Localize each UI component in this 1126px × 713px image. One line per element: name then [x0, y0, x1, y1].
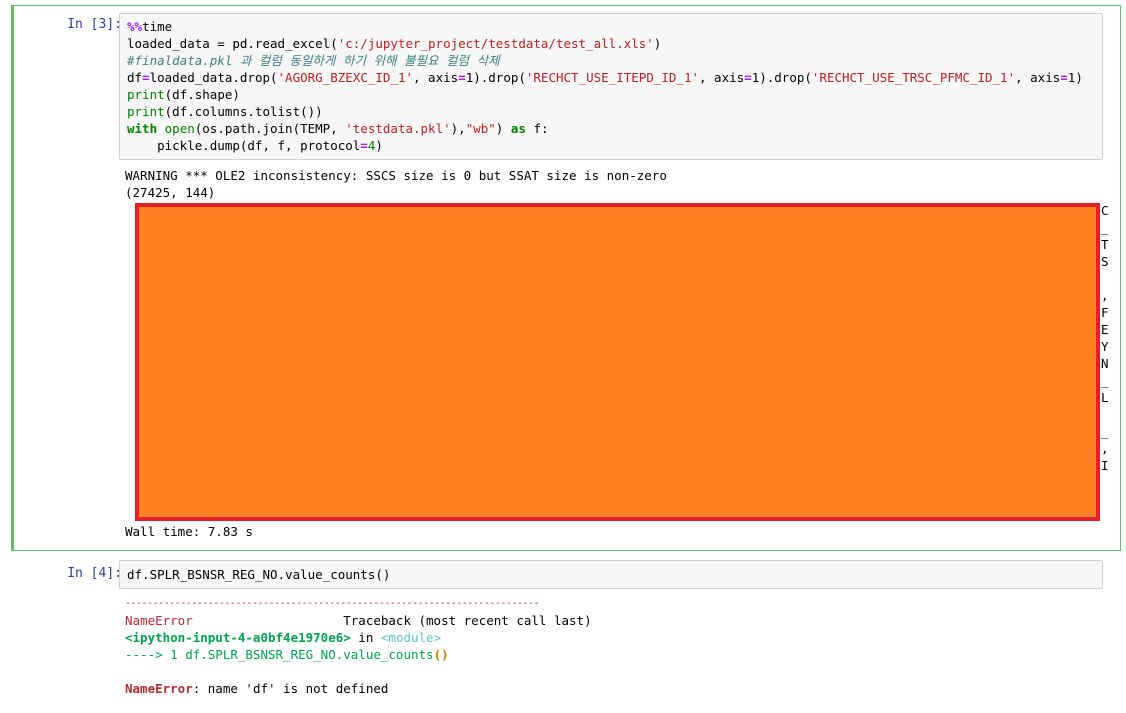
code-token: ) — [495, 121, 511, 136]
truncated-column-text: C _ T S, F E Y N _ L _, I — [1101, 202, 1115, 491]
truncated-char: _ — [1101, 373, 1109, 388]
code-string: 'RECHCT_USE_ITEPD_ID_1' — [525, 70, 699, 85]
module-label: <module> — [380, 630, 442, 645]
code-builtin: print — [127, 104, 165, 119]
truncated-char: _ — [1101, 220, 1109, 235]
cell-prompt: In [4]: — [67, 566, 122, 581]
code-input-area[interactable]: %%time loaded_data = pd.read_excel('c:/j… — [119, 13, 1103, 160]
truncated-char: F — [1101, 305, 1109, 320]
code-builtin: open — [164, 121, 195, 136]
code-builtin: print — [127, 87, 165, 102]
truncated-char: , — [1101, 288, 1109, 303]
truncated-char: _ — [1101, 424, 1109, 439]
traceback-arrow-line: ----> 1 df.SPLR_BSNSR_REG_NO.value_count… — [125, 646, 449, 663]
code-token: , axis — [699, 70, 745, 85]
traceback-location: <ipython-input-4-a0bf4e1970e6> in <modul… — [125, 629, 441, 646]
truncated-char: E — [1101, 322, 1109, 337]
code-string: 'testdata.pkl' — [345, 121, 451, 136]
code-string: 'c:/jupyter_project/testdata/test_all.xl… — [337, 36, 654, 51]
code-token: , axis — [413, 70, 459, 85]
traceback-label: Traceback (most recent call last) — [343, 613, 592, 628]
truncated-char: I — [1101, 458, 1109, 473]
truncated-char: T — [1101, 237, 1109, 252]
code-token: (os.path.join(TEMP, — [194, 121, 346, 136]
traceback-rule: ----------------------------------------… — [125, 598, 540, 609]
code-token: (df.columns.tolist()) — [164, 104, 323, 119]
code-string: 'AGORG_BZEXC_ID_1' — [277, 70, 413, 85]
truncated-char — [1101, 474, 1115, 491]
code-token: ) — [375, 138, 383, 153]
code-keyword: with — [127, 121, 158, 136]
arrow-parens: () — [433, 647, 449, 662]
error-name: NameError — [125, 681, 193, 696]
code-token: loaded_data = pd.read_excel( — [127, 36, 338, 51]
traceback-header: NameError Traceback (most recent call la… — [125, 612, 592, 629]
code-token: 1).drop( — [465, 70, 526, 85]
error-message: : name 'df' is not defined — [192, 681, 389, 696]
code-token: 1).drop( — [751, 70, 812, 85]
error-name: NameError — [125, 613, 193, 628]
code-token: , axis — [1015, 70, 1061, 85]
code-string: "wb" — [465, 121, 496, 136]
truncated-char: Y — [1101, 339, 1109, 354]
code-token: f: — [525, 121, 549, 136]
input-reference: <ipython-input-4-a0bf4e1970e6> — [125, 630, 351, 645]
code-keyword: as — [510, 121, 526, 136]
code-comment: #finaldata.pkl 과 컬럼 동일하게 하기 위해 불필요 컬럼 삭제 — [127, 53, 500, 68]
output-wall-time: Wall time: 7.83 s — [125, 524, 253, 539]
cell-prompt: In [3]: — [67, 17, 122, 32]
error-message-line: NameError: name 'df' is not defined — [125, 680, 388, 697]
code-editor[interactable]: df.SPLR_BSNSR_REG_NO.value_counts() — [120, 561, 1102, 587]
code-token: (df.shape) — [164, 87, 240, 102]
truncated-char: , — [1101, 441, 1109, 456]
code-token: ), — [450, 121, 466, 136]
output-warning: WARNING *** OLE2 inconsistency: SSCS siz… — [125, 168, 667, 183]
truncated-char: S — [1101, 254, 1109, 269]
output-shape: (27425, 144) — [125, 185, 216, 200]
code-token: ) — [653, 36, 662, 51]
truncated-char: C — [1101, 203, 1109, 218]
code-token: loaded_data.drop( — [149, 70, 278, 85]
code-token: time — [142, 19, 173, 34]
truncated-char: N — [1101, 356, 1109, 371]
magic-prefix: %% — [127, 19, 143, 34]
arrow-code: ----> 1 df.SPLR_BSNSR_REG_NO.value_count… — [125, 647, 434, 662]
code-string: 'RECHCT_USE_TRSC_PFMC_ID_1' — [811, 70, 1016, 85]
truncated-char: L — [1101, 390, 1109, 405]
in-word: in — [350, 630, 381, 645]
truncated-char — [1101, 406, 1115, 423]
code-editor[interactable]: %%time loaded_data = pd.read_excel('c:/j… — [120, 14, 1102, 158]
code-token: pickle.dump(df, f, protocol — [127, 138, 361, 153]
code-input-area[interactable]: df.SPLR_BSNSR_REG_NO.value_counts() — [119, 560, 1103, 589]
redacted-output-block — [135, 203, 1100, 521]
code-token: df — [127, 70, 143, 85]
code-token: 1) — [1067, 70, 1083, 85]
truncated-char — [1101, 270, 1115, 287]
